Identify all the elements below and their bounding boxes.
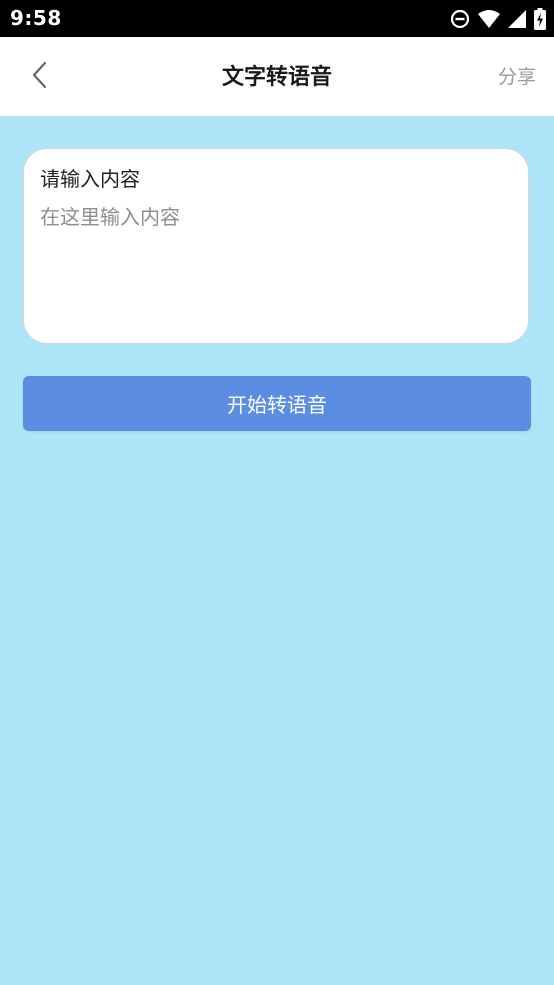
status-icons: [450, 7, 546, 31]
do-not-disturb-icon: [450, 9, 470, 29]
page-title: 文字转语音: [221, 65, 332, 90]
share-button[interactable]: 分享: [498, 62, 536, 89]
cell-signal-icon: [508, 10, 526, 28]
status-bar: 9:58: [0, 0, 554, 37]
battery-charging-icon: [534, 8, 546, 30]
content-input[interactable]: [40, 201, 510, 321]
input-label: 请输入内容: [40, 167, 140, 191]
input-card: 请输入内容: [23, 148, 529, 344]
start-conversion-button[interactable]: 开始转语音: [23, 376, 531, 431]
wifi-icon: [478, 10, 500, 28]
app-bar: 文字转语音 分享: [0, 37, 554, 116]
status-time: 9:58: [10, 6, 62, 30]
